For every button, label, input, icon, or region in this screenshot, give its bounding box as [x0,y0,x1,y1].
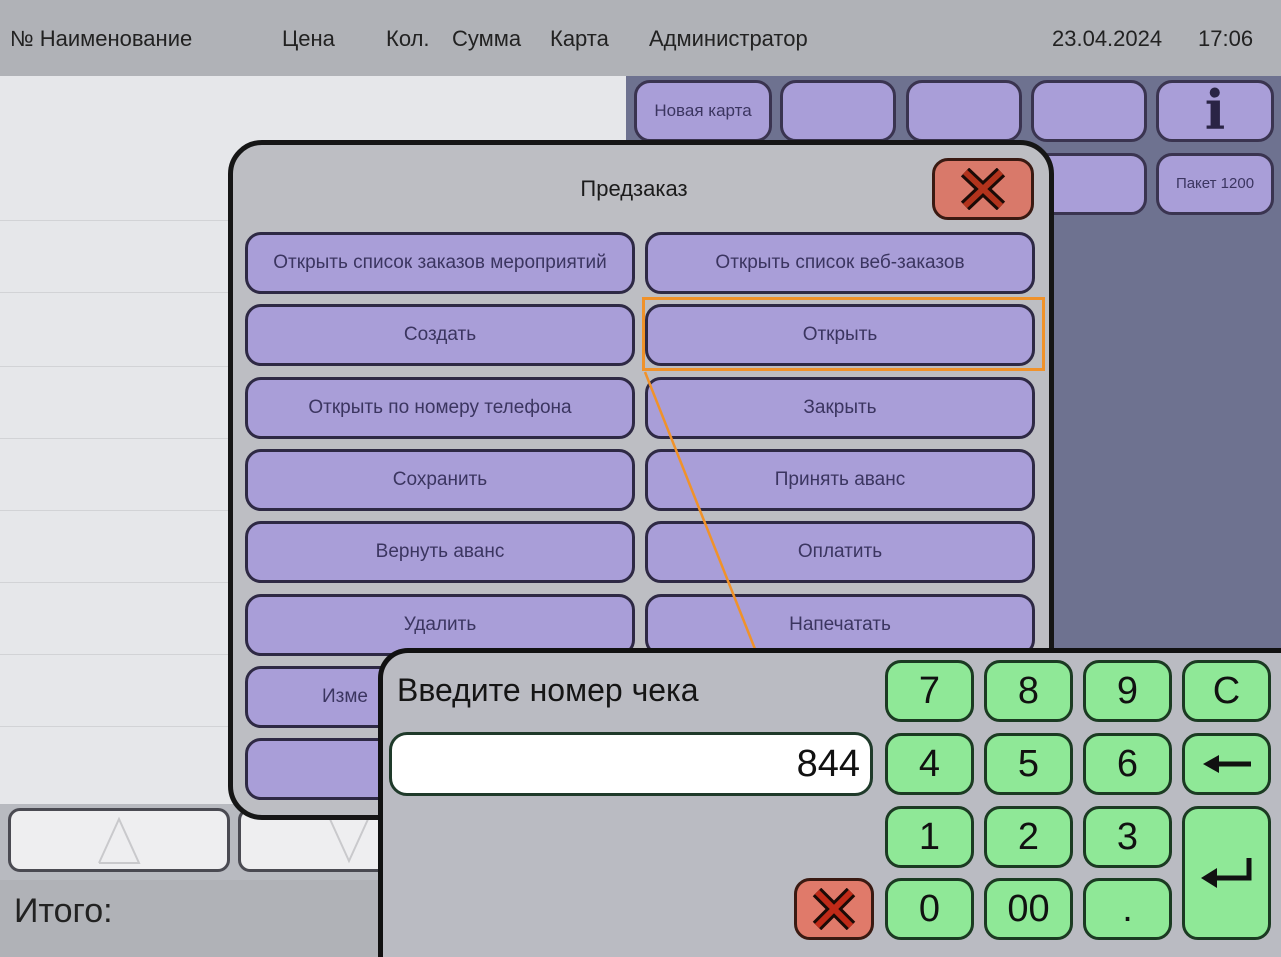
key-1[interactable]: 1 [885,806,974,868]
return-advance-button[interactable]: Вернуть аванс [245,521,635,583]
key-00[interactable]: 00 [984,878,1073,940]
dialog-title: Предзаказ [580,176,688,201]
key-clear[interactable]: C [1182,660,1271,722]
scroll-down-arrow-icon [328,816,370,864]
dialog-close-button[interactable] [932,158,1034,220]
save-button[interactable]: Сохранить [245,449,635,511]
keypad-cancel-button[interactable] [794,878,874,940]
function-button-empty[interactable] [906,80,1022,142]
open-event-orders-button[interactable]: Открыть список заказов мероприятий [245,232,635,294]
key-8[interactable]: 8 [984,660,1073,722]
scroll-up-button[interactable] [8,808,230,872]
highlight-box [642,297,1045,371]
create-button[interactable]: Создать [245,304,635,366]
accept-advance-button[interactable]: Принять аванс [645,449,1035,511]
backspace-arrow-icon [1202,755,1251,773]
new-card-button[interactable]: Новая карта [634,80,772,142]
column-header-qty: Кол. [386,26,430,51]
pay-button[interactable]: Оплатить [645,521,1035,583]
close-order-button[interactable]: Закрыть [645,377,1035,439]
key-decimal[interactable]: . [1083,878,1172,940]
key-6[interactable]: 6 [1083,733,1172,795]
open-web-orders-button[interactable]: Открыть список веб-заказов [645,232,1035,294]
current-date: 23.04.2024 [1052,26,1163,51]
key-2[interactable]: 2 [984,806,1073,868]
key-enter[interactable] [1182,806,1271,940]
user-name: Администратор [649,26,808,51]
key-3[interactable]: 3 [1083,806,1172,868]
info-button[interactable]: i [1156,80,1274,142]
close-icon [960,168,1006,210]
key-0[interactable]: 0 [885,878,974,940]
delete-button[interactable]: Удалить [245,594,635,656]
function-button-empty[interactable] [1031,80,1147,142]
key-7[interactable]: 7 [885,660,974,722]
keypad-prompt: Введите номер чека [397,672,699,708]
receipt-number-input[interactable] [389,732,873,796]
print-button[interactable]: Напечатать [645,594,1035,656]
total-label: Итого: [14,892,113,930]
column-header-sum: Сумма [452,26,522,51]
enter-arrow-icon [1200,858,1251,888]
current-time: 17:06 [1198,26,1254,51]
close-icon [812,888,856,930]
info-icon: i [1204,78,1226,143]
function-button-empty[interactable] [780,80,896,142]
column-header-price: Цена [282,26,335,51]
open-by-phone-button[interactable]: Открыть по номеру телефона [245,377,635,439]
key-backspace[interactable] [1182,733,1271,795]
package-button[interactable]: Пакет 1200 [1156,153,1274,215]
column-header-name: № Наименование [10,26,193,51]
key-5[interactable]: 5 [984,733,1073,795]
scroll-up-arrow-icon [98,816,141,864]
key-9[interactable]: 9 [1083,660,1172,722]
column-header-card: Карта [550,26,609,51]
key-4[interactable]: 4 [885,733,974,795]
